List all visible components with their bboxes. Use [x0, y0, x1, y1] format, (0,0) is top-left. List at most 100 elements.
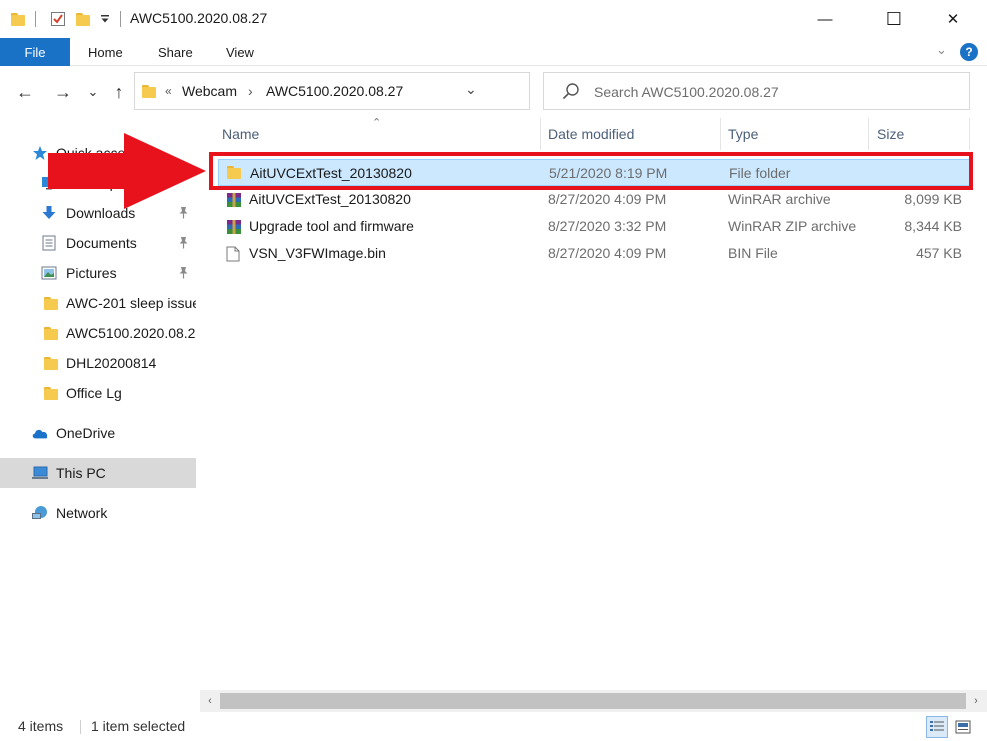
new-folder-icon[interactable] — [74, 9, 92, 29]
selection-count: 1 item selected — [91, 718, 186, 734]
nav-item-recent-folder[interactable]: Office Lg — [0, 378, 196, 408]
column-header-type[interactable]: Type — [728, 118, 758, 150]
nav-item-label: DHL20200814 — [66, 355, 157, 371]
network-icon — [31, 505, 49, 521]
folder-icon — [40, 385, 58, 401]
expand-ribbon-icon[interactable]: ⌄ — [936, 42, 947, 58]
folder-icon — [142, 85, 156, 101]
file-size: 8,099 KB — [904, 191, 962, 207]
nav-item-documents[interactable]: Documents — [0, 228, 196, 258]
computer-icon — [31, 465, 49, 481]
file-type: WinRAR ZIP archive — [728, 218, 857, 234]
divider — [120, 11, 121, 27]
breadcrumb-overflow[interactable]: « — [165, 84, 172, 98]
table-row[interactable]: AitUVCExtTest_20130820 8/27/2020 4:09 PM… — [218, 186, 970, 213]
ribbon-tabs: File Home Share View ⌄ ? — [0, 38, 987, 66]
large-icons-view-button[interactable] — [952, 716, 974, 738]
tab-file[interactable]: File — [0, 38, 70, 66]
breadcrumb-separator[interactable]: › — [248, 83, 253, 99]
folder-icon — [10, 9, 26, 29]
tab-home[interactable]: Home — [88, 38, 123, 66]
properties-icon[interactable] — [48, 9, 68, 29]
maximize-button[interactable]: ☐ — [871, 0, 917, 38]
table-row[interactable]: VSN_V3FWImage.bin 8/27/2020 4:09 PM BIN … — [218, 240, 970, 267]
nav-item-label: Quick access — [56, 145, 140, 161]
download-icon — [40, 205, 58, 221]
file-type: File folder — [729, 165, 791, 181]
help-icon[interactable]: ? — [960, 43, 978, 61]
cloud-icon — [31, 425, 49, 441]
divider — [80, 720, 81, 734]
details-view-button[interactable] — [926, 716, 948, 738]
pictures-icon — [40, 265, 58, 281]
column-divider[interactable] — [720, 118, 721, 150]
minimize-button[interactable]: — — [802, 0, 848, 38]
file-name: AitUVCExtTest_20130820 — [249, 191, 411, 207]
horizontal-scrollbar[interactable]: ‹ › — [200, 690, 987, 712]
nav-item-network[interactable]: Network — [0, 498, 196, 528]
customize-toolbar-icon[interactable] — [98, 9, 112, 29]
desktop-icon — [40, 175, 58, 191]
nav-item-recent-folder[interactable]: AWC5100.2020.08.27 — [0, 318, 196, 348]
nav-item-label: Network — [56, 505, 108, 521]
column-header-size[interactable]: Size — [877, 118, 904, 150]
nav-item-onedrive[interactable]: OneDrive — [0, 418, 196, 448]
pin-icon[interactable] — [178, 266, 189, 282]
file-date: 8/27/2020 4:09 PM — [548, 245, 667, 261]
file-name: AitUVCExtTest_20130820 — [250, 165, 412, 181]
nav-item-label: Office Lg — [66, 385, 122, 401]
nav-item-label: Documents — [66, 235, 137, 251]
nav-item-label: Downloads — [66, 205, 136, 221]
nav-item-label: OneDrive — [56, 425, 116, 441]
close-button[interactable]: ✕ — [930, 0, 976, 38]
column-header-name[interactable]: Name — [222, 118, 259, 150]
back-button[interactable]: ← — [14, 81, 36, 103]
file-date: 8/27/2020 3:32 PM — [548, 218, 667, 234]
nav-item-label: AWC-201 sleep issue — [66, 295, 196, 311]
file-name: Upgrade tool and firmware — [249, 218, 414, 234]
search-input[interactable]: Search AWC5100.2020.08.27 — [594, 84, 779, 100]
nav-item-this-pc[interactable]: This PC — [0, 458, 196, 488]
pin-icon[interactable] — [178, 236, 189, 252]
file-date: 5/21/2020 8:19 PM — [549, 165, 668, 181]
forward-button[interactable]: → — [52, 81, 74, 103]
title-bar: AWC5100.2020.08.27 — ☐ ✕ — [0, 0, 987, 38]
pin-icon[interactable] — [178, 206, 189, 222]
nav-item-downloads[interactable]: Downloads — [0, 198, 196, 228]
nav-item-desktop[interactable]: Desktop — [0, 168, 196, 198]
scrollbar-thumb[interactable] — [220, 693, 966, 709]
divider — [35, 11, 36, 27]
address-dropdown-icon[interactable]: ⌄ — [465, 81, 477, 98]
folder-icon — [227, 166, 243, 182]
folder-icon — [40, 325, 58, 341]
nav-item-recent-folder[interactable]: DHL20200814 — [0, 348, 196, 378]
breadcrumb-current[interactable]: AWC5100.2020.08.27 — [266, 83, 403, 99]
scroll-left-button[interactable]: ‹ — [202, 693, 218, 709]
nav-item-quick-access[interactable]: Quick access — [0, 138, 196, 168]
tab-share[interactable]: Share — [158, 38, 193, 66]
nav-item-pictures[interactable]: Pictures — [0, 258, 196, 288]
column-divider[interactable] — [868, 118, 869, 150]
star-icon — [31, 145, 49, 161]
navigation-bar: ← → ⌄ ↑ « Webcam › AWC5100.2020.08.27 ⌄ … — [0, 66, 987, 118]
search-box[interactable]: Search AWC5100.2020.08.27 — [543, 72, 970, 110]
address-bar[interactable]: « Webcam › AWC5100.2020.08.27 ⌄ ↻ — [134, 72, 653, 110]
folder-icon — [40, 355, 58, 371]
tab-view[interactable]: View — [226, 38, 254, 66]
file-date: 8/27/2020 4:09 PM — [548, 191, 667, 207]
column-divider[interactable] — [540, 118, 541, 150]
status-bar: 4 items 1 item selected — [0, 712, 987, 741]
breadcrumb-webcam[interactable]: Webcam — [182, 83, 237, 99]
sort-ascending-icon: ⌃ — [372, 117, 382, 129]
column-header-date[interactable]: Date modified — [548, 118, 634, 150]
table-row[interactable]: AitUVCExtTest_20130820 5/21/2020 8:19 PM… — [218, 159, 970, 186]
column-divider[interactable] — [969, 118, 970, 150]
file-icon — [226, 246, 242, 262]
nav-item-recent-folder[interactable]: AWC-201 sleep issue — [0, 288, 196, 318]
file-size: 457 KB — [916, 245, 962, 261]
nav-item-label: Desktop — [66, 175, 118, 191]
recent-locations-button[interactable]: ⌄ — [86, 81, 100, 103]
table-row[interactable]: Upgrade tool and firmware 8/27/2020 3:32… — [218, 213, 970, 240]
up-button[interactable]: ↑ — [108, 81, 130, 103]
scroll-right-button[interactable]: › — [968, 693, 984, 709]
